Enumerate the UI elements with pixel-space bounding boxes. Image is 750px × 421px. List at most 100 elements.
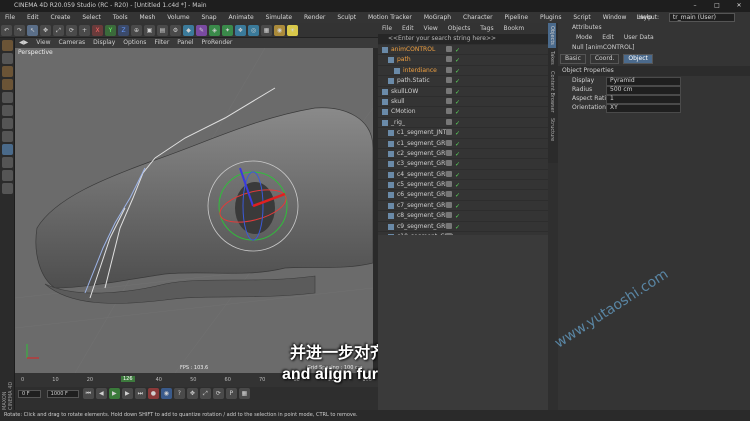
om-menu-tags[interactable]: Tags bbox=[480, 25, 493, 32]
model-mode-icon[interactable] bbox=[2, 53, 13, 64]
axis-x-button[interactable]: X bbox=[92, 24, 103, 36]
enabled-check-icon[interactable]: ✓ bbox=[455, 212, 460, 221]
snap-icon[interactable] bbox=[2, 144, 13, 155]
position-key-icon[interactable]: ✥ bbox=[186, 388, 198, 399]
enabled-check-icon[interactable]: ✓ bbox=[455, 88, 460, 97]
pla-key-icon[interactable]: ▦ bbox=[238, 388, 250, 399]
object-row[interactable]: c6_segment_GRP ✓ bbox=[378, 190, 548, 201]
object-row[interactable]: c4_segment_GRP ✓ bbox=[378, 170, 548, 181]
enabled-check-icon[interactable]: ✓ bbox=[455, 119, 460, 128]
menu-edit[interactable]: Edit bbox=[27, 14, 39, 21]
maximize-button[interactable]: □ bbox=[706, 0, 728, 12]
attr-menu-edit[interactable]: Edit bbox=[602, 34, 614, 41]
object-manager-empty-area[interactable] bbox=[378, 235, 548, 410]
menu-sculpt[interactable]: Sculpt bbox=[337, 14, 356, 21]
object-name[interactable]: skull bbox=[391, 97, 405, 106]
enabled-check-icon[interactable]: ✓ bbox=[455, 56, 460, 65]
close-button[interactable]: ✕ bbox=[728, 0, 750, 12]
axis-y-button[interactable]: Y bbox=[105, 24, 116, 36]
tab-object[interactable]: Object bbox=[623, 54, 653, 64]
object-name[interactable]: c3_segment_GRP bbox=[397, 159, 449, 168]
om-menu-objects[interactable]: Objects bbox=[448, 25, 471, 32]
object-name[interactable]: interdiance bbox=[403, 66, 437, 75]
layer-icon[interactable] bbox=[446, 191, 452, 198]
3d-viewport[interactable]: Perspective FPS: 103.6 Grid Spacing: 1… bbox=[15, 48, 373, 373]
menu-animate[interactable]: Animate bbox=[229, 14, 254, 21]
menu-tools[interactable]: Tools bbox=[113, 14, 128, 21]
om-menu-edit[interactable]: Edit bbox=[402, 25, 414, 32]
menu-motion-tracker[interactable]: Motion Tracker bbox=[368, 14, 412, 21]
object-name[interactable]: c6_segment_GRP bbox=[397, 190, 449, 199]
enabled-check-icon[interactable]: ✓ bbox=[455, 140, 460, 149]
layer-icon[interactable] bbox=[446, 149, 452, 156]
enabled-check-icon[interactable]: ✓ bbox=[455, 67, 460, 76]
object-row[interactable]: c2_segment_GRP ✓ bbox=[378, 149, 548, 160]
planar-workplane-icon[interactable] bbox=[2, 183, 13, 194]
enable-axis-icon[interactable] bbox=[2, 131, 13, 142]
menu-plugins[interactable]: Plugins bbox=[540, 14, 562, 21]
edges-mode-icon[interactable] bbox=[2, 105, 13, 116]
subdivision-icon[interactable]: ◈ bbox=[209, 24, 220, 36]
object-row[interactable]: interdiance ✓ bbox=[378, 66, 548, 77]
object-row[interactable]: c5_segment_GRP ✓ bbox=[378, 180, 548, 191]
enabled-check-icon[interactable]: ✓ bbox=[455, 160, 460, 169]
prop-orientation-dropdown[interactable]: XY bbox=[606, 104, 681, 113]
object-row[interactable]: _rig_ ✓ bbox=[378, 118, 548, 129]
next-key-icon[interactable]: ▶ bbox=[121, 388, 133, 399]
render-view-icon[interactable]: ▣ bbox=[144, 24, 155, 36]
layer-icon[interactable] bbox=[446, 56, 452, 63]
redo-icon[interactable]: ↷ bbox=[14, 24, 25, 36]
keyframe-selection-icon[interactable]: ? bbox=[173, 388, 185, 399]
layer-icon[interactable] bbox=[446, 170, 452, 177]
rotate-icon[interactable]: ⟳ bbox=[66, 24, 77, 36]
start-frame-field[interactable]: 0 F bbox=[18, 389, 41, 398]
object-row[interactable]: c9_segment_GRP ✓ bbox=[378, 222, 548, 233]
attr-menu-user-data[interactable]: User Data bbox=[624, 34, 654, 41]
object-name[interactable]: animCONTROL bbox=[391, 45, 435, 54]
layer-icon[interactable] bbox=[446, 46, 452, 52]
menu-volume[interactable]: Volume bbox=[167, 14, 189, 21]
viewport-menu-options[interactable]: Options bbox=[123, 38, 146, 48]
object-row[interactable]: skullLOW ✓ bbox=[378, 87, 548, 97]
scale-icon[interactable]: ⤢ bbox=[53, 24, 64, 36]
menu-select[interactable]: Select bbox=[82, 14, 101, 21]
goto-start-icon[interactable]: ⏮ bbox=[82, 388, 94, 399]
object-row[interactable]: skull ✓ bbox=[378, 97, 548, 108]
camera-icon[interactable]: ◉ bbox=[274, 24, 285, 36]
coordinate-system-icon[interactable]: ⊕ bbox=[131, 24, 142, 36]
enabled-check-icon[interactable]: ✓ bbox=[455, 77, 460, 86]
tab-takes[interactable]: Takes bbox=[548, 48, 556, 68]
minimize-button[interactable]: – bbox=[684, 0, 706, 12]
object-name[interactable]: c1_segment_JNT bbox=[397, 128, 446, 137]
undo-icon[interactable]: ↶ bbox=[1, 24, 12, 36]
om-menu-view[interactable]: View bbox=[424, 25, 438, 32]
enabled-check-icon[interactable]: ✓ bbox=[455, 129, 460, 138]
enabled-check-icon[interactable]: ✓ bbox=[455, 202, 460, 211]
tab-objects[interactable]: Objects bbox=[548, 23, 556, 48]
enabled-check-icon[interactable]: ✓ bbox=[455, 191, 460, 200]
tab-coord[interactable]: Coord. bbox=[589, 54, 620, 64]
menu-snap[interactable]: Snap bbox=[201, 14, 216, 21]
move-icon[interactable]: ✥ bbox=[40, 24, 51, 36]
menu-mograph[interactable]: MoGraph bbox=[424, 14, 451, 21]
menu-file[interactable]: File bbox=[5, 14, 15, 21]
object-name[interactable]: c2_segment_GRP bbox=[397, 149, 449, 158]
layer-icon[interactable] bbox=[446, 129, 452, 136]
floor-icon[interactable]: ▦ bbox=[261, 24, 272, 36]
object-row[interactable]: CMotion ✓ bbox=[378, 107, 548, 118]
viewport-menu-panel[interactable]: Panel bbox=[177, 38, 193, 48]
scale-key-icon[interactable]: ⤢ bbox=[199, 388, 211, 399]
layer-icon[interactable] bbox=[446, 222, 452, 229]
object-name[interactable]: path.Static bbox=[397, 76, 430, 85]
object-row[interactable]: c1_segment_JNT ✓ bbox=[378, 128, 548, 139]
light-icon[interactable]: ☀ bbox=[287, 24, 298, 36]
live-select-icon[interactable]: ↖ bbox=[27, 24, 38, 36]
object-name[interactable]: skullLOW bbox=[391, 87, 418, 96]
array-icon[interactable]: ✦ bbox=[222, 24, 233, 36]
object-name[interactable]: c5_segment_GRP bbox=[397, 180, 449, 189]
tab-basic[interactable]: Basic bbox=[560, 54, 586, 64]
rotation-key-icon[interactable]: ⟳ bbox=[212, 388, 224, 399]
object-name[interactable]: c9_segment_GRP bbox=[397, 222, 449, 231]
layer-icon[interactable] bbox=[446, 160, 452, 167]
enabled-check-icon[interactable]: ✓ bbox=[455, 98, 460, 107]
